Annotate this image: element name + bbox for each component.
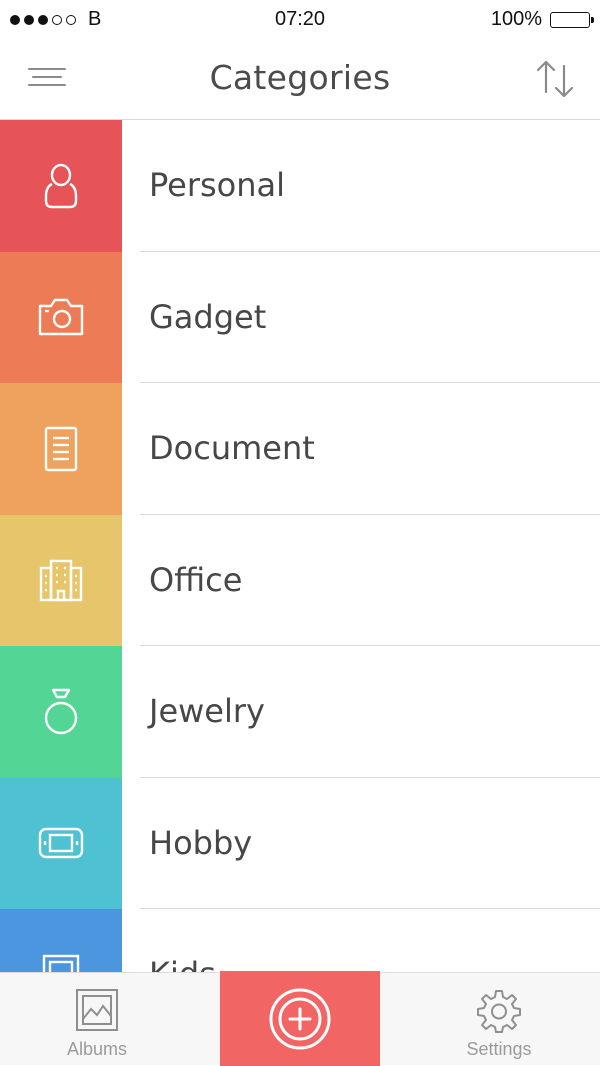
add-icon	[269, 988, 331, 1049]
category-list: Personal Gadget Document Office Jewelry …	[0, 120, 600, 972]
category-label: Gadget	[149, 297, 267, 336]
category-swatch	[0, 646, 122, 778]
category-label: Kids	[149, 955, 216, 972]
category-label: Personal	[149, 166, 286, 204]
category-label: Hobby	[149, 823, 253, 862]
category-row-personal[interactable]: Personal	[0, 120, 600, 252]
category-row-office[interactable]: Office	[0, 514, 600, 646]
category-swatch	[0, 909, 122, 972]
battery-percent: 100%	[490, 8, 542, 30]
gear-icon	[477, 990, 521, 1033]
category-row-kids[interactable]: Kids	[0, 909, 600, 972]
document-icon	[44, 426, 78, 471]
sort-arrows-icon	[536, 60, 574, 98]
category-row-gadget[interactable]: Gadget	[0, 251, 600, 383]
frame-icon	[42, 954, 80, 972]
tab-settings[interactable]: Settings	[436, 973, 562, 1066]
page-title: Categories	[209, 58, 391, 97]
tab-albums[interactable]: Albums	[34, 973, 160, 1066]
sort-button[interactable]	[534, 58, 576, 100]
camera-icon	[38, 299, 84, 336]
gallery-icon	[76, 989, 118, 1031]
navigation-bar: Categories	[0, 40, 600, 120]
category-swatch	[0, 120, 122, 252]
tab-albums-label: Albums	[66, 1039, 128, 1059]
building-icon	[39, 560, 83, 602]
status-bar: B 07:20 100%	[0, 0, 600, 40]
category-row-hobby[interactable]: Hobby	[0, 777, 600, 909]
category-swatch	[0, 777, 122, 909]
category-row-jewelry[interactable]: Jewelry	[0, 646, 600, 778]
add-button[interactable]	[220, 971, 380, 1066]
tab-settings-label: Settings	[466, 1039, 532, 1059]
category-swatch	[0, 251, 122, 383]
category-label: Office	[149, 560, 243, 599]
game-console-icon	[38, 828, 84, 859]
person-icon	[44, 163, 78, 208]
category-swatch	[0, 514, 122, 646]
category-swatch	[0, 383, 122, 515]
tab-bar: Albums Settings	[0, 971, 600, 1066]
category-label: Jewelry	[149, 692, 265, 730]
ring-icon	[44, 688, 78, 734]
battery-status: 100%	[490, 8, 594, 31]
category-row-document[interactable]: Document	[0, 383, 600, 515]
battery-icon	[550, 11, 594, 28]
category-label: Document	[149, 429, 315, 467]
